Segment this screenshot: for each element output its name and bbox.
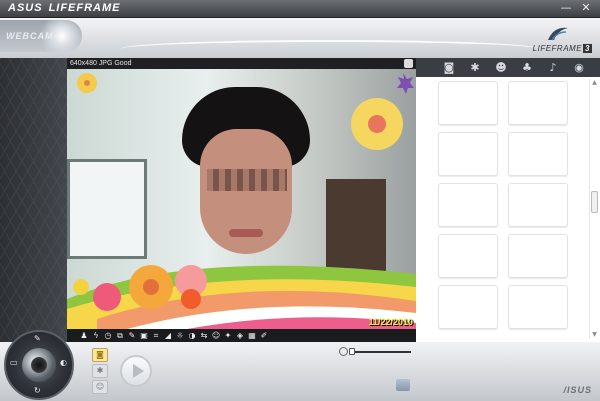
camera-lens-icon[interactable]	[22, 348, 56, 382]
lifeframe-window: ASUS LIFEFRAME — ✕ WEBCAM LIFEFRAME 3 640x…	[0, 0, 600, 401]
asus-logo: ASUS	[8, 2, 43, 14]
flower-frame-overlay	[67, 73, 416, 329]
mode-selector: ◙ ✱ ☺	[92, 348, 110, 398]
mirror-icon[interactable]: ⇆	[199, 331, 209, 341]
face-tab-icon[interactable]: ☻	[494, 61, 508, 74]
lifeframe-logo: LIFEFRAME 3	[532, 24, 592, 54]
palette-icon[interactable]: ◈	[235, 331, 245, 341]
capture-wheel[interactable]: ✎ ▭ ◐ ↻	[4, 330, 74, 400]
gradient-icon[interactable]: ◢	[163, 331, 173, 341]
face-icon[interactable]: ☺	[211, 331, 221, 341]
title-bar[interactable]: ASUS LIFEFRAME — ✕	[0, 0, 600, 18]
wheel-up-icon[interactable]: ✎	[34, 334, 41, 343]
magnifier-icon	[339, 347, 348, 356]
close-button[interactable]: ✕	[578, 1, 594, 15]
thumbnail-slot[interactable]	[438, 285, 498, 329]
multi-shot-icon[interactable]: ⧉	[115, 331, 125, 341]
thumbnail-slot[interactable]	[508, 132, 568, 176]
bottom-bar	[0, 342, 600, 401]
scroll-down-icon[interactable]: ▼	[590, 331, 599, 339]
image-icon[interactable]: ▦	[247, 331, 257, 341]
settings-mode-icon[interactable]: ✱	[92, 364, 108, 378]
thumbnail-gallery: ▲ ▼	[416, 77, 600, 342]
lifeframe-version: 3	[583, 44, 592, 53]
scroll-up-icon[interactable]: ▲	[590, 79, 599, 87]
lifeframe-swirl-icon	[548, 27, 568, 41]
pencil-icon[interactable]: ✎	[127, 331, 137, 341]
minimize-button[interactable]: —	[558, 1, 574, 15]
gear-tab-icon[interactable]: ✱	[468, 61, 482, 74]
timer-icon[interactable]: ◷	[103, 331, 113, 341]
scrollbar-thumb[interactable]	[591, 191, 598, 213]
zoom-slider[interactable]	[339, 347, 413, 357]
thumbnail-slot[interactable]	[438, 183, 498, 227]
crop-icon[interactable]: ⌗	[151, 331, 161, 341]
brightness-icon[interactable]: ☼	[175, 331, 185, 341]
frame-icon[interactable]: ▣	[139, 331, 149, 341]
asus-footer-logo: /ISUS	[563, 385, 592, 395]
window-controls: — ✕	[558, 1, 594, 15]
app-brand: ASUS LIFEFRAME	[8, 2, 121, 14]
person-icon[interactable]: ♟	[79, 331, 89, 341]
effects-toolbar: ♟ ϟ ◷ ⧉ ✎ ▣ ⌗ ◢ ☼ ◑ ⇆ ☺ ✦ ◈ ▦ ✐	[67, 329, 416, 342]
thumbnail-slot[interactable]	[438, 132, 498, 176]
zoom-knob[interactable]	[349, 348, 355, 355]
snapshot-icon[interactable]	[404, 59, 413, 68]
thumbnail-slot[interactable]	[508, 183, 568, 227]
webcam-mode-label: WEBCAM	[6, 31, 54, 41]
resolution-info: 640x480 JPG Good	[70, 60, 132, 67]
settings-wrench-icon[interactable]: ✐	[259, 331, 269, 341]
microphone-tab-icon[interactable]: ♪	[546, 61, 560, 74]
thumbnail-slot[interactable]	[438, 234, 498, 278]
lifeframe-logo-text: LIFEFRAME 3	[532, 44, 592, 53]
date-stamp: 11/22/2010	[368, 317, 413, 327]
wheel-left-icon[interactable]: ▭	[10, 358, 18, 367]
screen-icon[interactable]	[396, 379, 410, 391]
app-title: LIFEFRAME	[48, 2, 121, 14]
eye-tab-icon[interactable]: ◉	[572, 61, 586, 74]
photo-tab-icon[interactable]: ◙	[442, 61, 456, 74]
wheel-right-icon[interactable]: ◐	[60, 358, 67, 367]
thumbnail-slot[interactable]	[438, 81, 498, 125]
face-mode-icon[interactable]: ☺	[92, 380, 108, 394]
zoom-track[interactable]	[351, 351, 411, 353]
gallery-scrollbar[interactable]: ▲ ▼	[589, 79, 598, 339]
webcam-preview[interactable]: 11/22/2010	[67, 69, 416, 329]
gallery-tabs: ◙ ✱ ☻ ♣ ♪ ◉	[416, 58, 600, 77]
header-swoosh	[120, 40, 540, 58]
contrast-icon[interactable]: ◑	[187, 331, 197, 341]
thumbnail-slot[interactable]	[508, 285, 568, 329]
left-decor-panel	[0, 58, 67, 344]
camera-mode-icon[interactable]: ◙	[92, 348, 108, 362]
preview-info-bar: 640x480 JPG Good	[67, 58, 416, 69]
webcam-mode-tag: WEBCAM	[0, 20, 82, 52]
play-button[interactable]	[120, 355, 152, 387]
flash-icon[interactable]: ϟ	[91, 331, 101, 341]
thumbnail-slot[interactable]	[508, 81, 568, 125]
thumbnail-slot[interactable]	[508, 234, 568, 278]
effects-icon[interactable]: ✦	[223, 331, 233, 341]
people-tab-icon[interactable]: ♣	[520, 61, 534, 74]
wheel-down-icon[interactable]: ↻	[34, 386, 41, 395]
header-band: WEBCAM LIFEFRAME 3	[0, 18, 600, 58]
